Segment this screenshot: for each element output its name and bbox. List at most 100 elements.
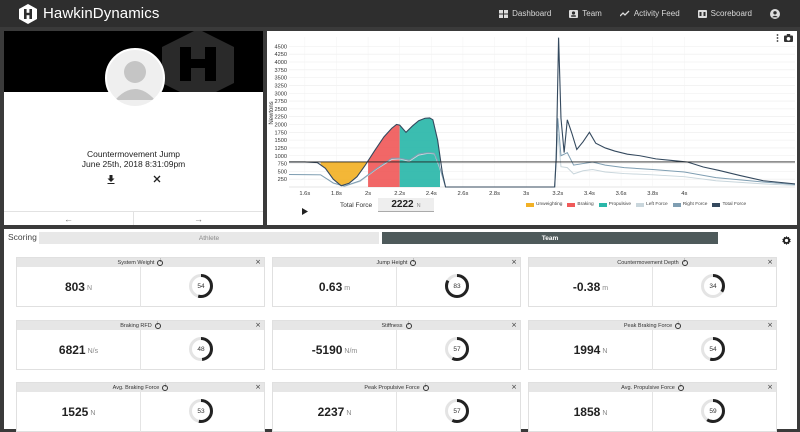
remove-metric-button[interactable]: × [255, 321, 261, 330]
metric-card: Peak Braking Force i × 1994 N 54 [528, 320, 777, 370]
y-tick-label: 750 [278, 162, 287, 168]
metric-header: System Weight i × [17, 258, 264, 267]
metric-value-cell: 6821 N/s [17, 330, 141, 370]
x-tick-label: 3.2s [552, 191, 563, 197]
next-test-button[interactable]: → [133, 212, 263, 225]
legend-swatch [712, 202, 721, 207]
test-profile-card: Countermovement Jump June 25th, 2018 8:3… [4, 31, 263, 225]
metric-title: Jump Height [376, 259, 408, 266]
chart-legend: Unweighting Braking Propulsive Left Force Ri… [526, 202, 751, 207]
info-icon[interactable]: i [154, 322, 161, 329]
x-tick-label: 1.8s [331, 191, 342, 197]
card-navigation: ← → [4, 211, 263, 225]
athlete-avatar [105, 48, 165, 108]
nav-activity-feed[interactable]: Activity Feed [619, 9, 680, 18]
metric-value: 1858 [573, 405, 601, 419]
metric-value: 0.63 [318, 280, 343, 294]
legend-label: Propulsive [608, 202, 632, 207]
metric-card: Countermovement Depth i × -0.38 m 34 [528, 257, 777, 307]
legend-label: Right Force [682, 202, 708, 207]
x-tick-label: 2.8s [489, 191, 500, 197]
remove-metric-button[interactable]: × [767, 383, 773, 392]
info-icon[interactable]: i [405, 322, 412, 329]
brand-name: HawkinDynamics [43, 5, 160, 22]
x-tick-label: 2.4s [426, 191, 437, 197]
main-nav: Dashboard Team Activity Feed Scoreboard [481, 0, 784, 27]
y-tick-label: 3250 [275, 83, 287, 89]
metric-score: 54 [709, 345, 717, 353]
metric-unit: m [344, 285, 351, 292]
scoreboard-icon [697, 9, 707, 18]
nav-scoreboard[interactable]: Scoreboard [697, 9, 752, 18]
brand-logo[interactable]: HawkinDynamics [18, 3, 159, 25]
legend-item[interactable]: Left Force [636, 202, 668, 207]
remove-metric-button[interactable]: × [767, 321, 773, 330]
metric-title: Peak Propulsive Force [364, 384, 420, 391]
legend-item[interactable]: Unweighting [526, 202, 562, 207]
metric-title: Peak Braking Force [623, 322, 673, 329]
metric-value: 1994 [573, 343, 601, 357]
info-icon[interactable]: i [162, 384, 169, 391]
remove-metric-button[interactable]: × [511, 321, 517, 330]
metric-header: Peak Braking Force i × [529, 321, 776, 330]
total-force-readout: 2222 N [378, 198, 434, 212]
remove-metric-button[interactable]: × [255, 383, 261, 392]
nav-dashboard[interactable]: Dashboard [499, 9, 551, 18]
metric-body: 1994 N 54 [529, 330, 776, 370]
metric-value-cell: 2237 N [273, 392, 397, 432]
metric-score: 57 [453, 407, 461, 415]
info-icon[interactable]: i [157, 259, 164, 266]
info-icon[interactable]: i [681, 259, 688, 266]
account-button[interactable] [770, 8, 784, 19]
nav-team[interactable]: Team [569, 9, 602, 18]
total-force-value: 2222 [391, 199, 414, 210]
x-tick-label: 2.6s [457, 191, 468, 197]
gear-icon [782, 236, 791, 245]
tab-team[interactable]: Team [382, 232, 718, 244]
remove-metric-button[interactable]: × [255, 258, 261, 267]
metric-header: Avg. Propulsive Force i × [529, 383, 776, 392]
prev-test-button[interactable]: ← [4, 212, 133, 225]
legend-item[interactable]: Braking [567, 202, 594, 207]
remove-metric-button[interactable]: × [511, 258, 517, 267]
legend-item[interactable]: Propulsive [598, 202, 632, 207]
dashboard-icon [499, 9, 509, 18]
metric-score-cell: 57 [397, 330, 520, 370]
metric-unit: N/m [344, 348, 358, 355]
y-tick-label: 3750 [275, 68, 287, 74]
metric-value: -5190 [311, 343, 343, 357]
right-force-line [288, 118, 796, 188]
metric-body: 803 N 54 [17, 267, 264, 307]
download-button[interactable] [105, 173, 117, 185]
force-plot: 250 500750 1000 1250 1500 17502000 2250 2500 275… [269, 37, 796, 197]
legend-item[interactable]: Total Force [712, 202, 746, 207]
nav-scoreboard-label: Scoreboard [710, 9, 752, 18]
delete-test-button[interactable] [151, 173, 163, 185]
remove-metric-button[interactable]: × [511, 383, 517, 392]
metric-header: Countermovement Depth i × [529, 258, 776, 267]
legend-item[interactable]: Right Force [672, 202, 708, 207]
metric-body: 0.63 m 83 [273, 267, 520, 307]
info-icon[interactable]: i [410, 259, 417, 266]
metric-score-cell: 83 [397, 267, 520, 307]
metric-header: Stiffness i × [273, 321, 520, 330]
metric-value-cell: -0.38 m [529, 267, 653, 307]
metric-value-cell: 1858 N [529, 392, 653, 432]
metric-value-cell: 803 N [17, 267, 141, 307]
metric-value: 803 [64, 280, 85, 294]
info-icon[interactable]: i [422, 384, 429, 391]
info-icon[interactable]: i [675, 322, 682, 329]
scoring-settings-button[interactable] [782, 232, 791, 250]
metric-value: 1525 [61, 405, 89, 419]
play-button[interactable] [302, 202, 308, 220]
metric-score: 83 [453, 282, 461, 290]
metric-title: Braking RFD [120, 322, 152, 329]
tab-athlete[interactable]: Athlete [39, 232, 379, 244]
metric-card: Braking RFD i × 6821 N/s 48 [16, 320, 265, 370]
remove-metric-button[interactable]: × [767, 258, 773, 267]
x-tick-label: 3s [523, 191, 529, 197]
y-tick-label: 1250 [275, 146, 287, 152]
close-icon [153, 175, 161, 183]
info-icon[interactable]: i [677, 384, 684, 391]
y-axis-label: Newtons [269, 101, 275, 124]
